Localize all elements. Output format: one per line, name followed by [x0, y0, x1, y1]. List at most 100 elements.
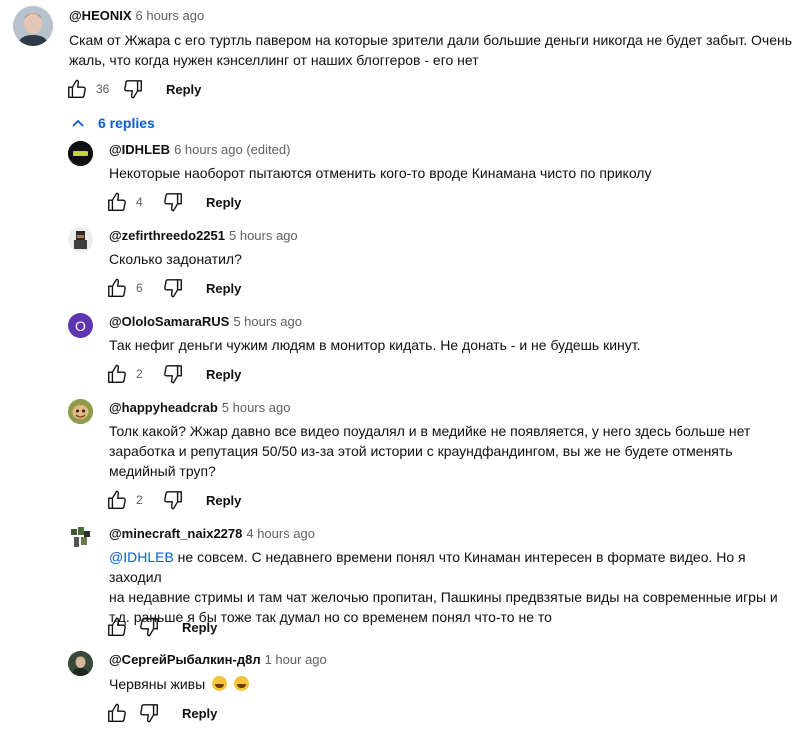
like-icon[interactable]: [106, 277, 128, 299]
reply-header: @minecraft_naix2278 4 hours ago: [109, 526, 315, 541]
comment-text: Скам от Жжара с его туртль павером на ко…: [69, 30, 804, 70]
reply-text-line: Так нефиг деньги чужим людям в монитор к…: [109, 337, 641, 353]
like-icon[interactable]: [66, 78, 88, 100]
top-comment: @HEONIX 6 hours ago Скам от Жжара с его т…: [0, 0, 807, 110]
reply-text: Толк какой? Жжар давно все видео поудаля…: [109, 421, 799, 481]
grinning-sweat-emoji-icon: [212, 676, 228, 691]
like-count: 36: [96, 82, 110, 96]
avatar[interactable]: O: [68, 313, 93, 338]
like-count: 6: [136, 281, 143, 295]
reply-header: @zefirthreedo2251 5 hours ago: [109, 228, 298, 243]
like-icon[interactable]: [106, 191, 128, 213]
reply-comment: O @OloloSamaraRUS 5 hours ago Так нефиг д…: [0, 310, 807, 390]
minecraft-avatar-icon: [68, 525, 93, 550]
reply-author[interactable]: @СергейРыбалкин-д8л: [109, 652, 261, 667]
reply-time[interactable]: 4 hours ago: [246, 526, 315, 541]
avatar[interactable]: [68, 399, 93, 424]
reply-button[interactable]: Reply: [206, 493, 241, 508]
avatar[interactable]: [68, 141, 93, 166]
reply-text: Так нефиг деньги чужим людям в монитор к…: [109, 335, 799, 355]
reply-author[interactable]: @zefirthreedo2251: [109, 228, 225, 243]
reply-time[interactable]: 6 hours ago (edited): [174, 142, 290, 157]
reply-text-line: @IDHLEB не совсем. С недавнего времени п…: [109, 547, 799, 587]
reply-button[interactable]: Reply: [166, 82, 201, 97]
dislike-icon[interactable]: [162, 363, 184, 385]
reply-button[interactable]: Reply: [182, 620, 217, 635]
reply-header: @IDHLEB 6 hours ago (edited): [109, 142, 290, 157]
dislike-icon[interactable]: [138, 616, 160, 638]
reply-comment: @IDHLEB 6 hours ago (edited) Некоторые на…: [0, 138, 807, 218]
reply-text-line: заработка и репутация 50/50 из-за этой и…: [109, 443, 733, 459]
dislike-icon[interactable]: [122, 78, 144, 100]
reply-button[interactable]: Reply: [206, 281, 241, 296]
reply-author[interactable]: @IDHLEB: [109, 142, 170, 157]
comment-actions: 36 Reply: [66, 77, 201, 101]
reply-actions: Reply: [106, 701, 217, 725]
avatar[interactable]: [68, 227, 93, 252]
like-icon[interactable]: [106, 489, 128, 511]
reply-actions: 2 Reply: [106, 362, 241, 386]
reply-text-line: Червяны живы: [109, 674, 799, 694]
comment-text-line: жаль, что когда нужен кэнселлинг от наши…: [69, 52, 479, 68]
reply-button[interactable]: Reply: [182, 706, 217, 721]
reply-time[interactable]: 5 hours ago: [222, 400, 291, 415]
reply-text: Червяны живы: [109, 674, 799, 694]
reply-text-line: на недавние стримы и там чат желочью про…: [109, 589, 778, 605]
reply-time[interactable]: 5 hours ago: [233, 314, 302, 329]
replies-count-label: 6 replies: [98, 115, 155, 131]
reply-comment: @minecraft_naix2278 4 hours ago @IDHLEB н…: [0, 522, 807, 644]
character-avatar-icon: [68, 227, 93, 252]
channel-logo-icon: [68, 141, 93, 166]
like-count: 4: [136, 195, 143, 209]
avatar[interactable]: [13, 6, 53, 46]
reply-text-line: медийный труп?: [109, 463, 216, 479]
reply-time[interactable]: 1 hour ago: [265, 652, 327, 667]
reply-time[interactable]: 5 hours ago: [229, 228, 298, 243]
like-icon[interactable]: [106, 616, 128, 638]
avatar-letter: O: [75, 317, 86, 334]
reply-text: Некоторые наоборот пытаются отменить ког…: [109, 163, 799, 183]
reply-author[interactable]: @happyheadcrab: [109, 400, 218, 415]
headcrab-avatar-icon: [68, 399, 93, 424]
reply-actions: 4 Reply: [106, 190, 241, 214]
reply-header: @happyheadcrab 5 hours ago: [109, 400, 290, 415]
like-count: 2: [136, 367, 143, 381]
reply-button[interactable]: Reply: [206, 195, 241, 210]
reply-actions: 6 Reply: [106, 276, 241, 300]
comment-header: @HEONIX 6 hours ago: [69, 8, 204, 23]
avatar[interactable]: [68, 525, 93, 550]
avatar[interactable]: [68, 651, 93, 676]
comment-time[interactable]: 6 hours ago: [136, 8, 205, 23]
reply-button[interactable]: Reply: [206, 367, 241, 382]
reply-actions: 2 Reply: [106, 488, 241, 512]
like-icon[interactable]: [106, 363, 128, 385]
dislike-icon[interactable]: [162, 277, 184, 299]
person-avatar-icon: [13, 6, 53, 46]
comment-text-line: Скам от Жжара с его туртль павером на ко…: [69, 32, 793, 48]
reply-text-line: Толк какой? Жжар давно все видео поудаля…: [109, 423, 751, 439]
dislike-icon[interactable]: [138, 702, 160, 724]
dislike-icon[interactable]: [162, 191, 184, 213]
reply-text: Сколько задонатил?: [109, 249, 799, 269]
reply-text-line: Некоторые наоборот пытаются отменить ког…: [109, 165, 652, 181]
mention-link[interactable]: @IDHLEB: [109, 549, 174, 565]
chevron-up-icon: [72, 119, 84, 127]
reply-comment: @СергейРыбалкин-д8л 1 hour ago Червяны жи…: [0, 648, 807, 734]
reply-author[interactable]: @OloloSamaraRUS: [109, 314, 229, 329]
replies-toggle-button[interactable]: 6 replies: [68, 113, 155, 133]
reply-comment: @zefirthreedo2251 5 hours ago Сколько зад…: [0, 224, 807, 304]
reply-text-fragment: Червяны живы: [109, 676, 206, 692]
like-icon[interactable]: [106, 702, 128, 724]
reply-text-line: Сколько задонатил?: [109, 251, 242, 267]
reply-comment: @happyheadcrab 5 hours ago Толк какой? Жж…: [0, 396, 807, 518]
person-avatar-icon: [68, 651, 93, 676]
reply-author[interactable]: @minecraft_naix2278: [109, 526, 242, 541]
grinning-sweat-emoji-icon: [233, 676, 249, 691]
reply-actions: Reply: [106, 615, 217, 639]
like-count: 2: [136, 493, 143, 507]
reply-text-fragment: не совсем. С недавнего времени понял что…: [109, 549, 746, 585]
reply-header: @СергейРыбалкин-д8л 1 hour ago: [109, 652, 327, 667]
dislike-icon[interactable]: [162, 489, 184, 511]
reply-header: @OloloSamaraRUS 5 hours ago: [109, 314, 302, 329]
comment-author[interactable]: @HEONIX: [69, 8, 132, 23]
